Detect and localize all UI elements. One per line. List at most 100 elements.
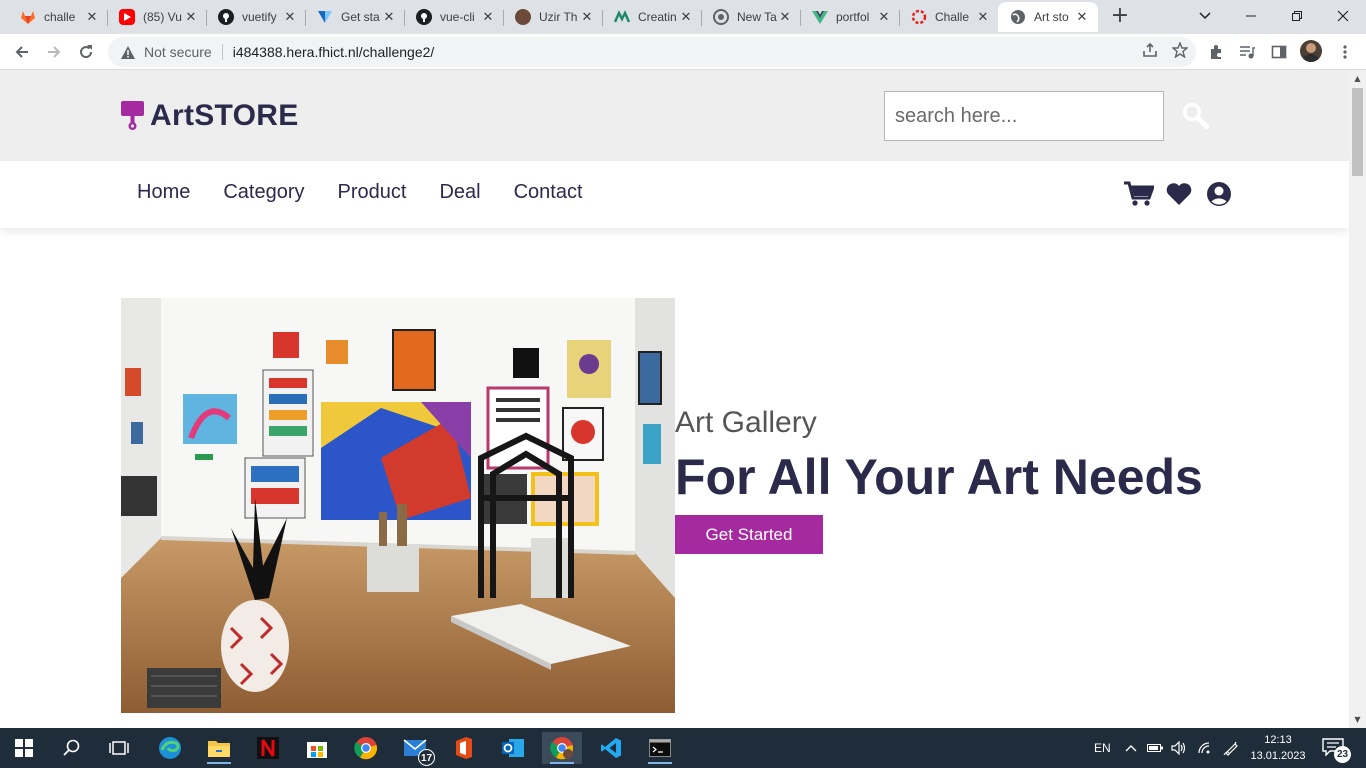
scroll-down-arrow-icon[interactable]: ▼ [1349, 711, 1366, 728]
close-icon[interactable]: ✕ [84, 9, 100, 25]
paint-roller-icon [121, 101, 145, 131]
close-icon[interactable]: ✕ [579, 9, 595, 25]
browser-tab[interactable]: (85) Vu ✕ [107, 2, 207, 32]
tab-title: Creatin [638, 10, 677, 24]
extensions-icon[interactable] [1205, 41, 1227, 63]
url-text[interactable]: i484388.hera.fhict.nl/challenge2/ [233, 44, 435, 60]
chrome-profile-icon[interactable] [542, 732, 582, 764]
site-navbar: Home Category Product Deal Contact [0, 161, 1349, 228]
terminal-icon[interactable] [640, 732, 680, 764]
wifi-icon[interactable] [1196, 728, 1214, 768]
warning-icon[interactable] [120, 44, 136, 60]
notification-count: 23 [1334, 746, 1351, 763]
youtube-icon [119, 9, 135, 25]
nav-product[interactable]: Product [338, 181, 407, 204]
reload-button[interactable] [74, 40, 98, 64]
minimize-button[interactable] [1228, 0, 1274, 32]
restore-button[interactable] [1274, 0, 1320, 32]
search-icon[interactable] [52, 732, 92, 764]
clock-time: 12:13 [1264, 734, 1292, 746]
browser-tab-strip: challe ✕ (85) Vu ✕ vuetify ✕ Get sta ✕ v… [0, 0, 1366, 34]
hero-subtitle: Art Gallery [675, 406, 817, 439]
hero-gallery-image [121, 298, 675, 713]
close-icon[interactable]: ✕ [777, 9, 793, 25]
store-icon[interactable] [297, 732, 337, 764]
close-window-button[interactable] [1320, 0, 1366, 32]
new-tab-button[interactable]: + [1108, 4, 1132, 28]
tab-title: challe [44, 10, 76, 24]
scroll-up-arrow-icon[interactable]: ▲ [1349, 70, 1366, 87]
close-icon[interactable]: ✕ [975, 9, 991, 25]
menu-icon[interactable] [1334, 41, 1356, 63]
volume-icon[interactable] [1170, 728, 1188, 768]
system-clock[interactable]: 12:13 13.01.2023 [1250, 732, 1306, 764]
browser-tab[interactable]: Get sta ✕ [305, 2, 405, 32]
site-logo[interactable]: ArtSTORE [121, 99, 299, 133]
nav-home[interactable]: Home [137, 181, 190, 204]
search-input[interactable] [884, 91, 1164, 141]
hero-text-block: Art Gallery For All Your Art Needs Get S… [675, 405, 1203, 554]
browser-tab-active[interactable]: Art sto ✕ [998, 2, 1098, 32]
tab-title: portfol [836, 10, 870, 24]
forward-button[interactable] [42, 40, 66, 64]
start-icon[interactable] [4, 732, 44, 764]
office-icon[interactable] [444, 732, 484, 764]
notification-center-icon[interactable]: 23 [1322, 738, 1351, 763]
battery-icon[interactable] [1146, 728, 1164, 768]
security-label[interactable]: Not secure [144, 44, 212, 60]
profile-avatar[interactable] [1300, 40, 1322, 62]
chrome-icon [713, 9, 729, 25]
browser-tab[interactable]: Creatin ✕ [602, 2, 702, 32]
close-icon[interactable]: ✕ [282, 9, 298, 25]
nav-category[interactable]: Category [223, 181, 304, 204]
nav-contact[interactable]: Contact [514, 181, 583, 204]
back-button[interactable] [10, 40, 34, 64]
browser-tab[interactable]: New Ta ✕ [701, 2, 801, 32]
browser-tab[interactable]: Challe ✕ [899, 2, 999, 32]
pen-icon[interactable] [1222, 728, 1240, 768]
browser-tab[interactable]: vue-cli ✕ [404, 2, 504, 32]
mail-badge: 17 [418, 749, 435, 766]
github-icon [416, 9, 432, 25]
chrome-icon[interactable] [346, 732, 386, 764]
user-circle-icon[interactable] [1204, 180, 1234, 208]
hero-title: For All Your Art Needs [675, 449, 1203, 505]
task-view-icon[interactable] [99, 732, 139, 764]
outlook-icon[interactable] [493, 732, 533, 764]
tab-search-button[interactable] [1182, 0, 1228, 32]
gitlab-icon [20, 9, 36, 25]
search-icon[interactable] [1180, 100, 1210, 130]
share-icon[interactable] [1142, 42, 1158, 61]
close-icon[interactable]: ✕ [480, 9, 496, 25]
browser-tab[interactable]: challe ✕ [8, 2, 108, 32]
side-panel-icon[interactable] [1268, 41, 1290, 63]
browser-tab[interactable]: Uzir Th ✕ [503, 2, 603, 32]
scrollbar-thumb[interactable] [1352, 88, 1363, 176]
media-controls-icon[interactable] [1236, 41, 1258, 63]
header-icons [1124, 180, 1234, 208]
browser-tab[interactable]: vuetify ✕ [206, 2, 306, 32]
language-indicator[interactable]: EN [1094, 728, 1111, 768]
bookmark-star-icon[interactable] [1171, 41, 1189, 61]
tab-title: vue-cli [440, 10, 475, 24]
browser-tab[interactable]: portfol ✕ [800, 2, 900, 32]
cart-icon[interactable] [1124, 180, 1154, 208]
vscode-icon[interactable] [591, 732, 631, 764]
edge-icon[interactable] [150, 732, 190, 764]
logo-text: ArtSTORE [150, 99, 299, 132]
close-icon[interactable]: ✕ [678, 9, 694, 25]
nav-deal[interactable]: Deal [439, 181, 480, 204]
mail-icon[interactable]: 17 [395, 732, 435, 766]
close-icon[interactable]: ✕ [876, 9, 892, 25]
close-icon[interactable]: ✕ [183, 9, 199, 25]
file-explorer-icon[interactable] [199, 732, 239, 764]
close-icon[interactable]: ✕ [1074, 9, 1090, 25]
close-icon[interactable]: ✕ [381, 9, 397, 25]
address-bar[interactable]: Not secure i484388.hera.fhict.nl/challen… [108, 37, 1196, 67]
chevron-up-icon[interactable] [1124, 728, 1138, 768]
netflix-icon[interactable] [248, 732, 288, 764]
get-started-button[interactable]: Get Started [675, 515, 823, 554]
heart-icon[interactable] [1164, 180, 1194, 208]
globe-icon [1010, 9, 1026, 25]
page-scrollbar[interactable]: ▲ ▼ [1349, 70, 1366, 728]
